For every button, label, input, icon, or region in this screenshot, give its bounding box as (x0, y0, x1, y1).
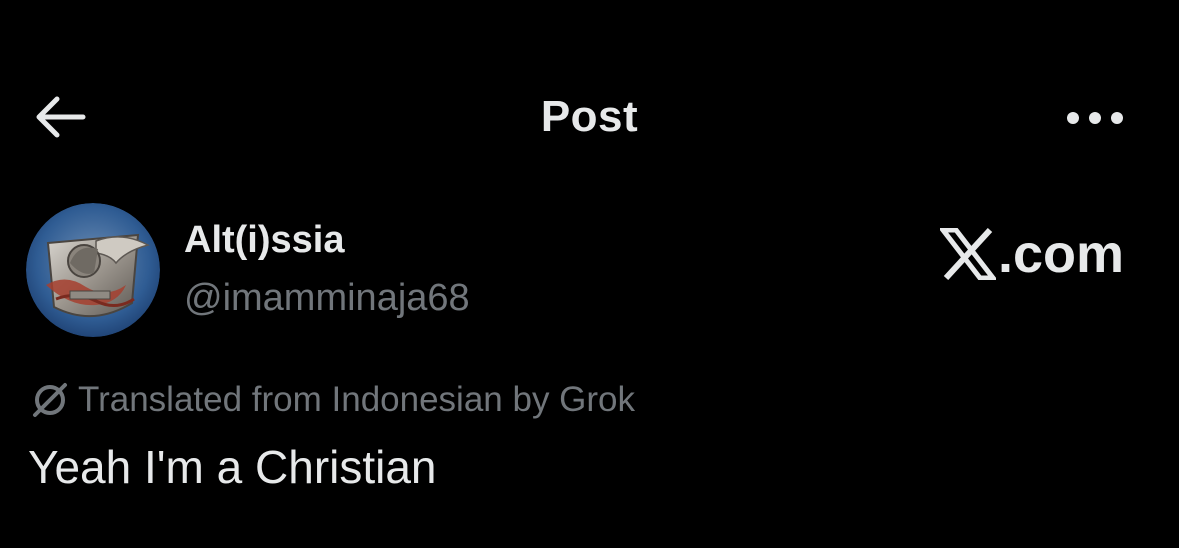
x-logo-icon (940, 228, 996, 280)
author-display-name[interactable]: Alt(i)ssia (184, 219, 344, 262)
author-handle[interactable]: @imamminaja68 (184, 277, 470, 320)
post-body: Yeah I'm a Christian (28, 441, 437, 493)
more-horizontal-icon (1067, 112, 1123, 124)
x-com-watermark: .com (940, 222, 1124, 286)
top-bar: Post (0, 70, 1179, 166)
translate-icon (30, 380, 70, 420)
avatar-image (26, 203, 160, 337)
avatar[interactable] (26, 203, 160, 337)
more-button[interactable] (1062, 98, 1128, 138)
page-title: Post (540, 92, 639, 141)
watermark-text: .com (998, 224, 1125, 284)
translation-notice: Translated from Indonesian by Grok (30, 376, 635, 424)
translation-label[interactable]: Translated from Indonesian by Grok (78, 380, 635, 420)
